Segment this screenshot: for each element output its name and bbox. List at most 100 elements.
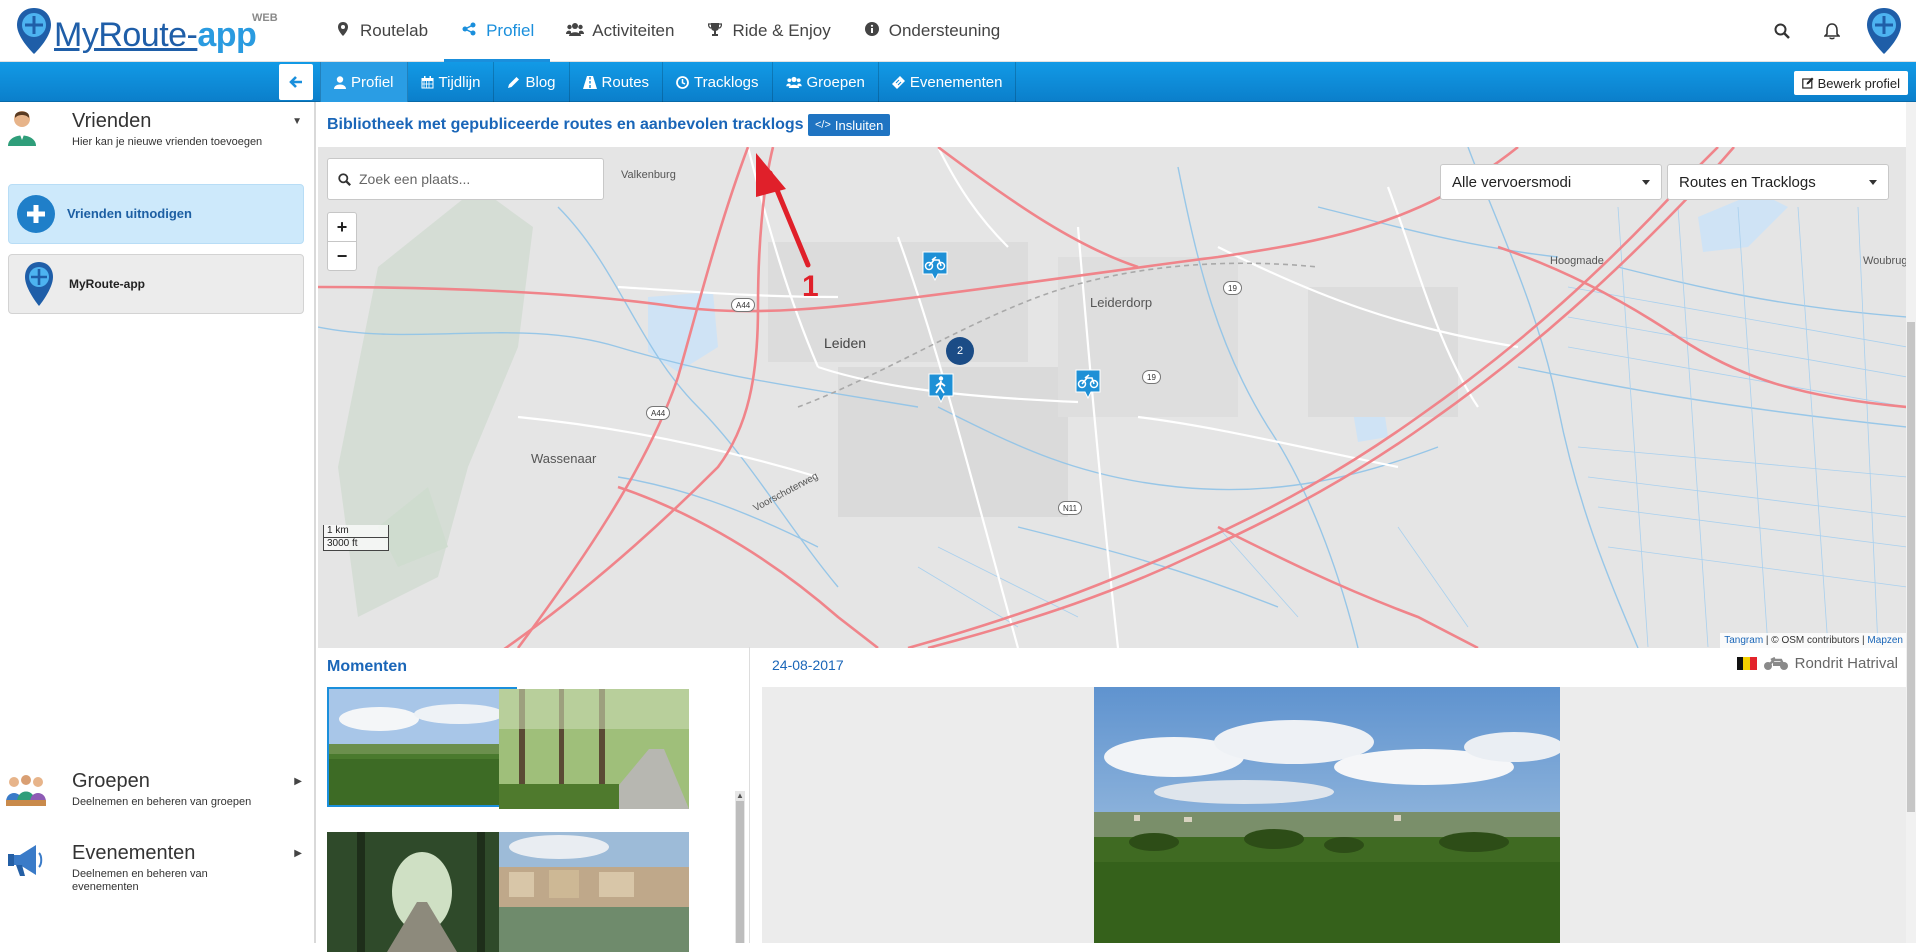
embed-button[interactable]: </> Insluiten (808, 114, 891, 136)
map-scale-bar: 1 km 3000 ft (323, 525, 389, 551)
road-shield-a44: A44 (646, 406, 671, 420)
edit-profile-button[interactable]: Bewerk profiel (1793, 71, 1908, 95)
bell-icon[interactable] (1814, 13, 1850, 49)
sidebar-section-groups[interactable]: Groepen Deelnemen en beheren van groepen… (0, 762, 308, 822)
tab-blog[interactable]: Blog (494, 62, 570, 102)
events-title: Evenementen (72, 842, 196, 864)
sidebar-section-events[interactable]: Evenementen Deelnemen en beheren van eve… (0, 834, 308, 894)
profile-subnav-bar: Profiel Tijdlijn Blog Routes Tracklogs G… (0, 62, 1916, 102)
moment-thumbnail[interactable] (499, 832, 689, 952)
groups-title: Groepen (72, 770, 150, 792)
forest-path-photo-thumbnail (327, 832, 517, 952)
road-shield-19: 19 (1142, 370, 1161, 384)
profile-tabs: Profiel Tijdlijn Blog Routes Tracklogs G… (320, 62, 1017, 102)
invite-friends-label: Vrienden uitnodigen (67, 206, 192, 221)
place-label-wassenaar: Wassenaar (531, 451, 597, 466)
sidebar-section-friends[interactable]: Vrienden Hier kan je nieuwe vrienden toe… (0, 102, 308, 162)
users-icon (785, 76, 802, 88)
search-icon[interactable] (1764, 13, 1800, 49)
app-logo[interactable]: MyRoute-app WEB (14, 6, 284, 56)
place-label-leiden: Leiden (824, 335, 867, 351)
caret-right-icon[interactable]: ▶ (294, 776, 302, 787)
nav-ondersteuning[interactable]: Ondersteuning (847, 0, 1017, 62)
route-map[interactable]: Leiden Leiderdorp Wassenaar Valkenburg H… (318, 147, 1907, 648)
share-icon (460, 22, 478, 40)
place-label-valkenburg: Valkenburg (621, 169, 676, 181)
transport-mode-select[interactable]: Alle vervoersmodi (1440, 164, 1662, 200)
caret-right-icon[interactable]: ▶ (294, 848, 302, 859)
zoom-out-button[interactable]: − (327, 241, 357, 271)
friend-item[interactable]: MyRoute-app (8, 254, 304, 314)
users-icon (566, 22, 585, 40)
groups-icon (6, 775, 46, 806)
back-button[interactable] (279, 64, 313, 100)
calendar-icon (421, 75, 434, 89)
map-tiles (318, 147, 1907, 648)
invite-friends-button[interactable]: Vrienden uitnodigen (8, 184, 304, 244)
pencil-icon (507, 76, 520, 89)
user-icon (334, 75, 346, 89)
page-scrollbar[interactable] (1906, 102, 1916, 943)
nav-label: Activiteiten (592, 21, 675, 40)
tab-label: Tijdlijn (438, 73, 481, 91)
photo-viewer[interactable] (762, 687, 1907, 943)
tab-label: Profiel (351, 73, 394, 91)
scroll-thumb[interactable] (736, 801, 744, 943)
tab-tracklogs[interactable]: Tracklogs (663, 62, 773, 102)
landscape-photo-thumbnail (329, 689, 515, 805)
zoom-in-button[interactable]: + (327, 212, 357, 242)
sidebar: Vrienden Hier kan je nieuwe vrienden toe… (0, 102, 316, 943)
page-scroll-thumb[interactable] (1907, 322, 1915, 812)
ticket-icon (891, 75, 905, 89)
header-actions (1764, 0, 1916, 62)
road-icon (582, 75, 597, 89)
motorcycle-route-marker-icon[interactable] (1075, 369, 1101, 399)
moment-thumbnail[interactable] (499, 689, 689, 809)
tab-label: Routes (601, 73, 650, 91)
place-search-input[interactable] (359, 171, 589, 187)
top-header: MyRoute-app WEB Routelab Profiel Activit… (0, 0, 1916, 63)
scroll-up-icon[interactable]: ▲ (736, 791, 744, 800)
tab-groepen[interactable]: Groepen (773, 62, 879, 102)
tab-evenementen[interactable]: Evenementen (879, 62, 1017, 102)
tab-label: Evenementen (909, 73, 1003, 91)
nav-routelab[interactable]: Routelab (318, 0, 444, 62)
motorcycle-route-marker-icon[interactable] (922, 251, 948, 281)
embed-label: Insluiten (834, 117, 884, 133)
tab-profiel[interactable]: Profiel (320, 62, 408, 102)
nav-activiteiten[interactable]: Activiteiten (550, 0, 690, 62)
tab-routes[interactable]: Routes (570, 62, 664, 102)
friend-name: MyRoute-app (69, 277, 145, 291)
brand-tag: WEB (252, 12, 278, 24)
caret-down-icon[interactable]: ▼ (292, 116, 302, 127)
attribution-tangram-link[interactable]: Tangram (1724, 635, 1763, 646)
tab-label: Blog (525, 73, 556, 91)
tab-label: Groepen (806, 73, 865, 91)
moment-photo[interactable] (1094, 687, 1560, 943)
moment-thumbnail[interactable] (327, 832, 517, 952)
map-attribution: Tangram | © OSM contributors | Mapzen (1720, 633, 1907, 648)
motorcycle-icon (1763, 656, 1789, 671)
moment-route-info[interactable]: Rondrit Hatrival (1736, 655, 1898, 672)
nav-profiel[interactable]: Profiel (444, 0, 551, 63)
moment-thumbnail[interactable] (327, 687, 517, 807)
logo-pin-icon (17, 8, 51, 54)
moments-scrollbar[interactable]: ▲ (735, 791, 745, 943)
walking-route-marker-icon[interactable] (928, 373, 954, 403)
moments-title: Momenten (327, 658, 407, 675)
attribution-mapzen-link[interactable]: Mapzen (1867, 635, 1903, 646)
moment-detail: 24-08-2017 Rondrit Hatrival (751, 647, 1907, 943)
megaphone-icon (8, 845, 43, 876)
map-marker-icon (334, 22, 352, 40)
main-nav: Routelab Profiel Activiteiten Ride & Enj… (318, 0, 1017, 63)
attribution-osm: | © OSM contributors | (1763, 635, 1868, 646)
route-cluster-badge[interactable]: 2 (946, 337, 974, 365)
user-pin-icon[interactable] (1864, 6, 1904, 56)
plus-circle-icon (17, 195, 55, 233)
route-type-value: Routes en Tracklogs (1679, 173, 1816, 191)
nav-ride-enjoy[interactable]: Ride & Enjoy (690, 0, 846, 62)
place-search-box[interactable] (327, 158, 604, 200)
tab-tijdlijn[interactable]: Tijdlijn (408, 62, 495, 102)
route-type-select[interactable]: Routes en Tracklogs (1667, 164, 1889, 200)
nav-label: Ride & Enjoy (732, 21, 831, 40)
